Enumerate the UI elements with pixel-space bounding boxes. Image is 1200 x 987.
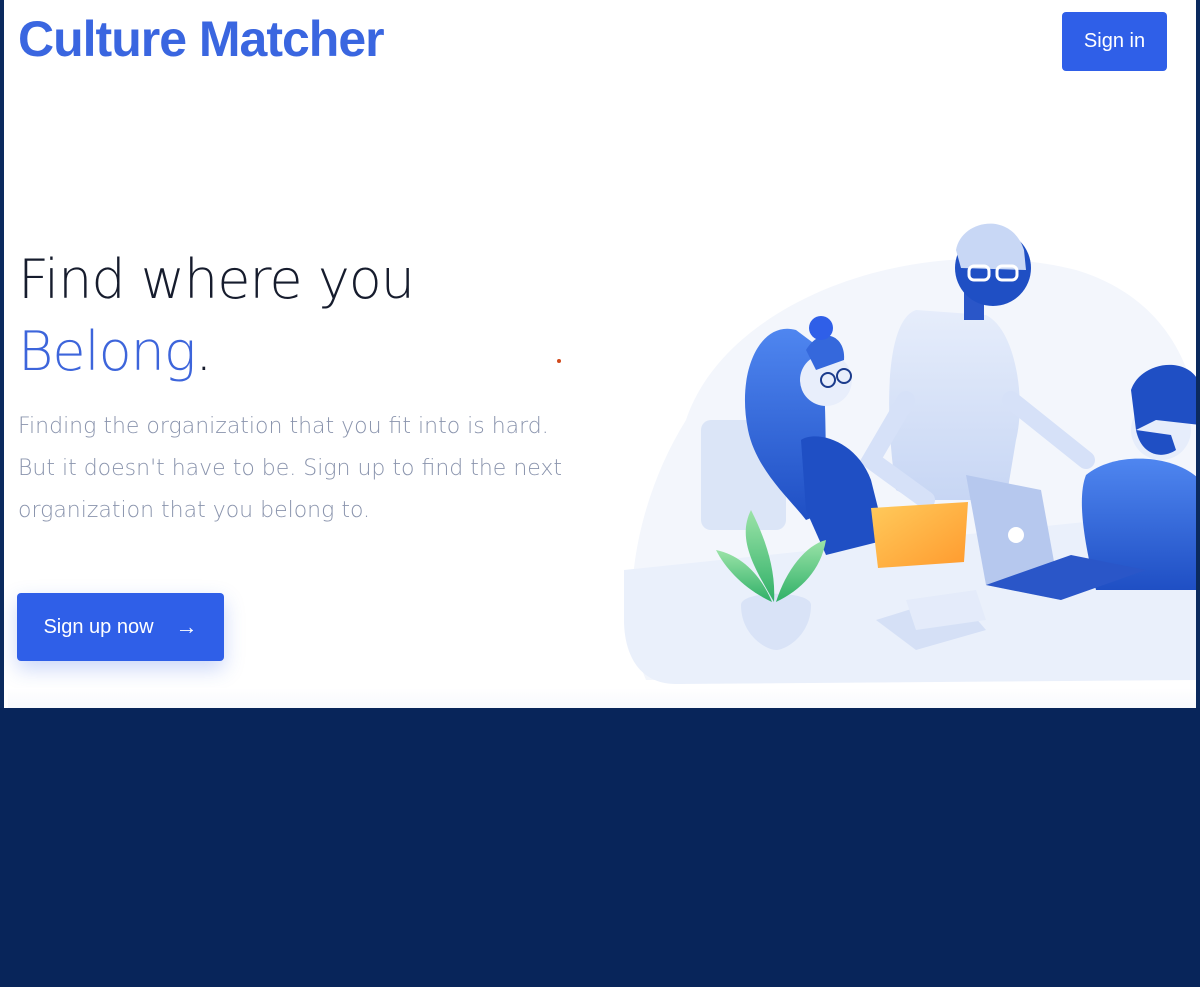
landing-page: Culture Matcher Sign in Find where you Be… bbox=[4, 0, 1196, 708]
headline-accent: Belong bbox=[18, 320, 196, 383]
cursor-dot bbox=[557, 359, 561, 363]
arrow-right-icon: → bbox=[175, 614, 198, 639]
sign-up-now-button[interactable]: Sign up now → bbox=[17, 593, 224, 661]
hero-description: Finding the organization that you fit in… bbox=[18, 414, 563, 523]
hero-headline: Find where you Belong. bbox=[18, 244, 415, 388]
sign-in-button[interactable]: Sign in bbox=[1062, 12, 1167, 71]
team-illustration bbox=[624, 223, 1196, 684]
headline-line1: Find where you bbox=[18, 248, 415, 311]
sign-up-label: Sign up now bbox=[43, 615, 154, 638]
logo[interactable]: Culture Matcher bbox=[18, 14, 385, 64]
headline-period: . bbox=[195, 320, 212, 383]
hero-bottom-fade bbox=[8, 688, 1196, 708]
